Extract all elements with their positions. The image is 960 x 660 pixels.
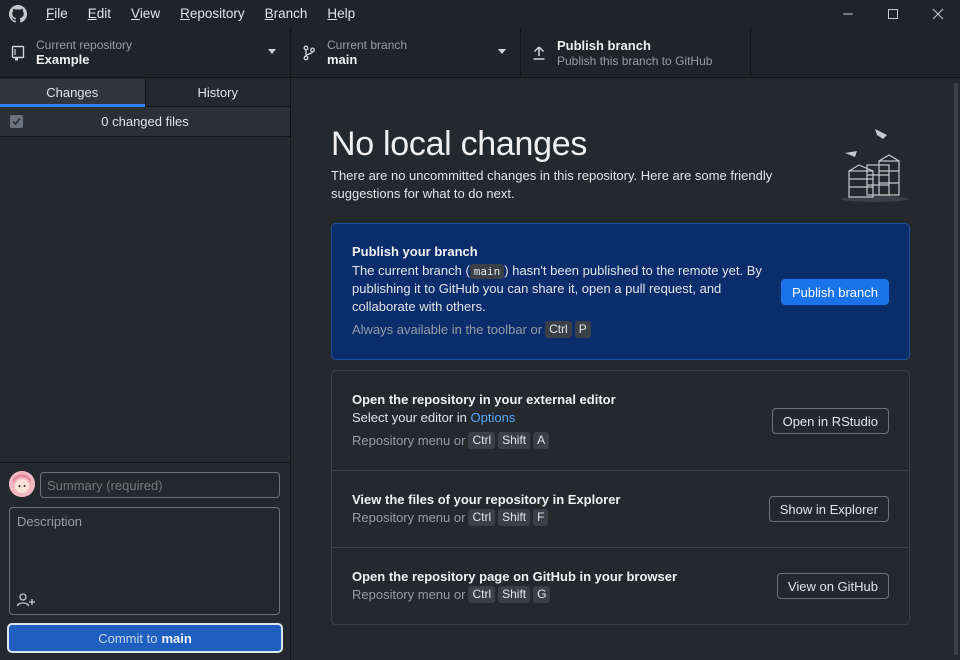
kbd-g: G xyxy=(533,586,551,603)
sidebar: Changes History 0 changed files Descript… xyxy=(0,79,291,660)
repository-selector[interactable]: Current repository Example xyxy=(0,28,291,78)
menu-repository[interactable]: Repository xyxy=(170,0,255,28)
check-icon xyxy=(12,118,21,126)
publish-branch-button[interactable]: Publish branch xyxy=(781,279,889,305)
avatar xyxy=(9,471,35,497)
description-placeholder: Description xyxy=(17,514,83,529)
tab-history[interactable]: History xyxy=(144,79,291,106)
description-field[interactable]: Description xyxy=(9,507,280,615)
menu-edit[interactable]: Edit xyxy=(78,0,121,28)
show-in-explorer-button[interactable]: Show in Explorer xyxy=(768,496,889,522)
menu-help[interactable]: Help xyxy=(317,0,365,28)
upload-icon xyxy=(521,45,557,61)
github-logo-icon xyxy=(0,0,36,28)
changed-files-count: 0 changed files xyxy=(101,114,189,129)
publish-card-hint: Always available in the toolbar or Ctrl … xyxy=(352,321,591,338)
chevron-down-icon xyxy=(498,49,506,54)
branch-name: main xyxy=(327,52,358,67)
publish-card-title: Publish your branch xyxy=(352,244,478,259)
options-link[interactable]: Options xyxy=(471,410,516,425)
scrollbar-thumb[interactable] xyxy=(954,83,958,655)
kbd-shift: Shift xyxy=(498,432,531,449)
kbd-shift: Shift xyxy=(498,509,531,526)
maximize-icon[interactable] xyxy=(870,0,915,28)
commit-area: Description Commit to main xyxy=(0,462,290,660)
branch-icon xyxy=(291,45,327,61)
kbd-ctrl: Ctrl xyxy=(468,586,496,603)
menu-branch[interactable]: Branch xyxy=(255,0,318,28)
tab-changes[interactable]: Changes xyxy=(0,79,145,107)
add-coauthor-icon[interactable] xyxy=(16,592,36,608)
title-bar: File Edit View Repository Branch Help xyxy=(0,0,960,28)
summary-input[interactable] xyxy=(40,472,280,498)
kbd-f: F xyxy=(533,509,549,526)
chevron-down-icon xyxy=(268,49,276,54)
commit-branch: main xyxy=(161,630,192,646)
publish-card-body: The current branch (main) hasn't been pu… xyxy=(352,263,762,314)
editor-row: Open the repository in your external edi… xyxy=(332,371,909,471)
repo-label: Current repository xyxy=(36,38,133,52)
toolbar: Current repository Example Current branc… xyxy=(0,28,960,78)
kbd-ctrl: Ctrl xyxy=(545,321,572,338)
publish-subtitle: Publish this branch to GitHub xyxy=(557,54,713,68)
explorer-hint: Repository menu or Ctrl Shift F xyxy=(352,509,549,526)
scrollbar[interactable] xyxy=(952,83,958,655)
empty-state-illustration xyxy=(839,127,911,205)
kbd-ctrl: Ctrl xyxy=(468,432,496,449)
github-row: Open the repository page on GitHub in yo… xyxy=(332,548,909,624)
explorer-title: View the files of your repository in Exp… xyxy=(352,492,621,507)
commit-label: Commit to xyxy=(98,630,158,646)
close-icon[interactable] xyxy=(915,0,960,28)
sidebar-tabs: Changes History xyxy=(0,79,290,107)
repo-icon xyxy=(0,45,36,61)
suggestions-card: Open the repository in your external edi… xyxy=(331,370,910,625)
commit-button[interactable]: Commit to main xyxy=(7,623,283,653)
main-content: No local changes There are no uncommitte… xyxy=(291,79,960,660)
page-subtitle: There are no uncommitted changes in this… xyxy=(331,168,773,201)
kbd-shift: Shift xyxy=(498,586,531,603)
branch-label: Current branch xyxy=(327,38,408,52)
branch-selector[interactable]: Current branch main xyxy=(291,28,521,78)
menu-bar: File Edit View Repository Branch Help xyxy=(36,0,365,28)
github-title: Open the repository page on GitHub in yo… xyxy=(352,569,678,584)
kbd-ctrl: Ctrl xyxy=(468,509,496,526)
publish-title: Publish branch xyxy=(557,38,651,53)
explorer-row: View the files of your repository in Exp… xyxy=(332,471,909,548)
editor-body: Select your editor in Options xyxy=(352,410,516,425)
minimize-icon[interactable] xyxy=(825,0,870,28)
view-on-github-button[interactable]: View on GitHub xyxy=(776,573,889,599)
menu-file[interactable]: File xyxy=(36,0,78,28)
open-in-rstudio-button[interactable]: Open in RStudio xyxy=(771,408,889,434)
editor-hint: Repository menu or Ctrl Shift A xyxy=(352,432,550,449)
select-all-checkbox[interactable] xyxy=(10,115,23,128)
menu-view[interactable]: View xyxy=(121,0,170,28)
kbd-p: P xyxy=(574,321,591,338)
branch-code: main xyxy=(469,264,505,279)
kbd-a: A xyxy=(533,432,550,449)
publish-branch-card: Publish your branch The current branch (… xyxy=(331,223,910,360)
editor-title: Open the repository in your external edi… xyxy=(352,392,616,407)
publish-branch-toolbar-button[interactable]: Publish branch Publish this branch to Gi… xyxy=(521,28,751,78)
github-hint: Repository menu or Ctrl Shift G xyxy=(352,586,551,603)
changes-header: 0 changed files xyxy=(0,107,290,137)
repo-name: Example xyxy=(36,52,90,67)
page-title: No local changes xyxy=(331,125,588,163)
window-controls xyxy=(825,0,960,28)
